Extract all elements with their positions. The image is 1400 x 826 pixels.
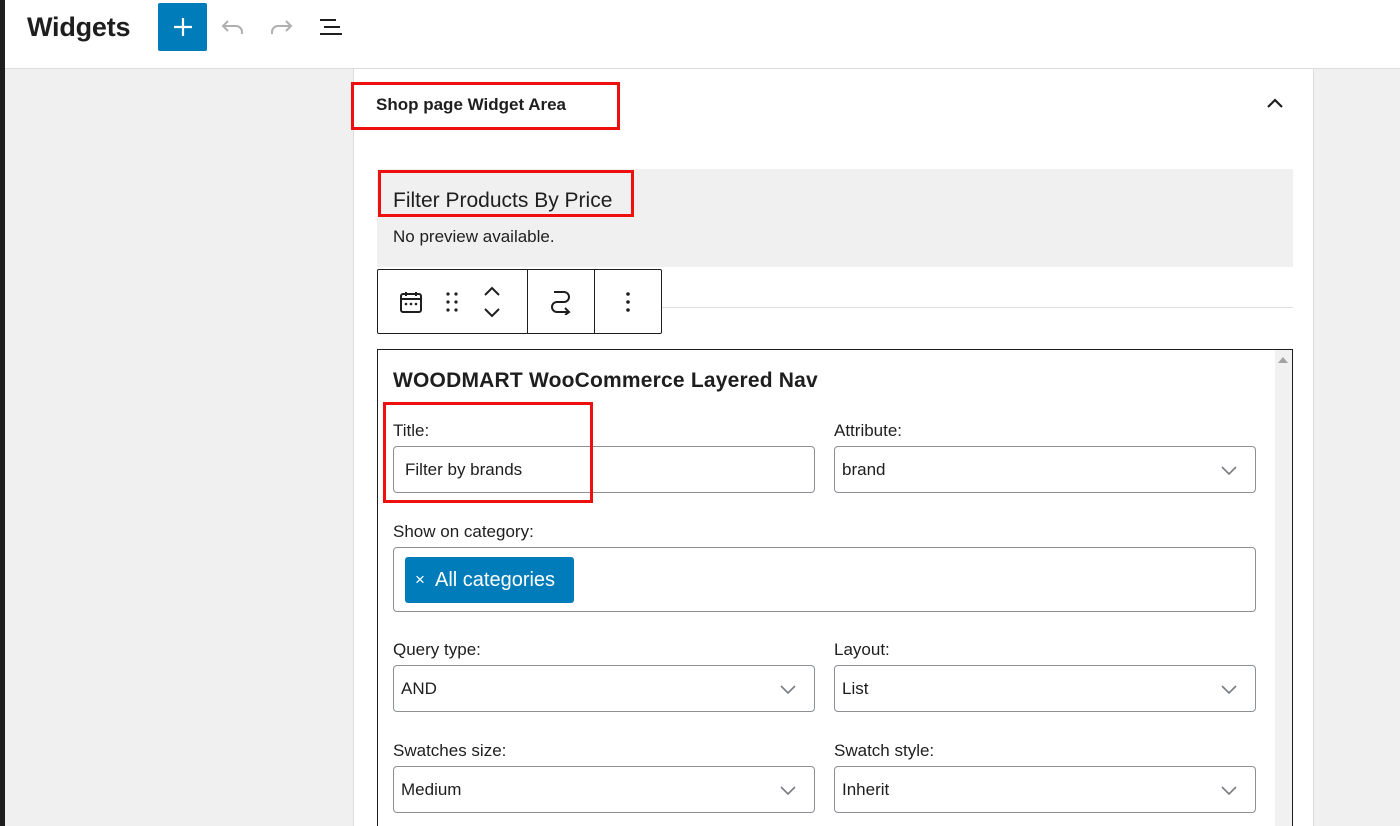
layout-select[interactable]: List: [834, 665, 1256, 712]
query-type-select[interactable]: AND: [393, 665, 815, 712]
widget-area-toggle[interactable]: [1263, 91, 1287, 115]
undo-icon: [221, 20, 243, 34]
title-input-value: Filter by brands: [405, 460, 523, 479]
block-type-button[interactable]: [390, 270, 432, 333]
redo-icon: [271, 20, 293, 34]
drag-handle[interactable]: [432, 270, 472, 333]
widget-settings-form: WOODMART WooCommerce Layered Nav Title: …: [377, 349, 1293, 826]
attribute-select[interactable]: brand: [834, 446, 1256, 493]
undo-button[interactable]: [219, 13, 247, 41]
swatch-style-label: Swatch style:: [834, 741, 935, 760]
scroll-up-arrow-icon[interactable]: [1278, 357, 1288, 363]
preview-widget-title: Filter Products By Price: [393, 189, 613, 212]
plus-icon: [173, 18, 192, 36]
calendar-icon: [400, 291, 422, 313]
category-tag: × All categories: [405, 557, 574, 603]
swatch-style-value: Inherit: [842, 780, 890, 799]
editor-header: Widgets: [5, 0, 1400, 69]
query-type-value: AND: [401, 679, 437, 698]
more-options-button[interactable]: [607, 270, 649, 333]
category-tag-label: All categories: [435, 568, 556, 591]
widget-area-title[interactable]: Shop page Widget Area: [376, 95, 566, 115]
toolbar-group-main: [378, 270, 528, 333]
preview-note: No preview available.: [393, 227, 555, 246]
widget-area-panel: Shop page Widget Area Filter Products By…: [351, 69, 1314, 826]
mover-buttons: [472, 270, 512, 333]
category-multiselect[interactable]: × All categories: [393, 547, 1256, 612]
layout-value: List: [842, 679, 869, 698]
toolbar-group-options: [595, 270, 661, 333]
add-block-button[interactable]: [158, 3, 207, 51]
redo-button[interactable]: [267, 13, 295, 41]
list-view-button[interactable]: [317, 13, 345, 41]
chevron-down-icon: [780, 783, 796, 799]
title-label: Title:: [393, 421, 430, 440]
remove-tag-icon[interactable]: ×: [413, 570, 427, 590]
layout-label: Layout:: [834, 640, 890, 659]
form-heading: WOODMART WooCommerce Layered Nav: [393, 369, 818, 392]
move-down-icon[interactable]: [483, 307, 501, 318]
swatches-size-value: Medium: [401, 780, 462, 799]
chevron-down-icon: [780, 682, 796, 698]
page-title: Widgets: [27, 12, 131, 42]
block-separator: [661, 307, 1293, 308]
transform-icon: [551, 290, 571, 315]
toolbar-group-transform: [528, 270, 595, 333]
more-options-icon: [626, 291, 630, 312]
chevron-down-icon: [1221, 682, 1237, 698]
chevron-down-icon: [1221, 463, 1237, 479]
admin-sidebar-edge: [0, 0, 5, 826]
block-toolbar: [377, 269, 662, 334]
list-view-icon: [320, 19, 342, 35]
legacy-widget-preview[interactable]: Filter Products By Price No preview avai…: [377, 169, 1293, 267]
attribute-select-value: brand: [842, 460, 886, 479]
title-input[interactable]: Filter by brands: [393, 446, 815, 493]
swatches-size-label: Swatches size:: [393, 741, 507, 760]
swatches-size-select[interactable]: Medium: [393, 766, 815, 813]
chevron-up-icon: [1267, 98, 1283, 108]
chevron-down-icon: [1221, 783, 1237, 799]
form-scrollbar[interactable]: [1275, 350, 1292, 826]
transform-button[interactable]: [540, 270, 582, 333]
swatch-style-select[interactable]: Inherit: [834, 766, 1256, 813]
drag-handle-icon: [446, 291, 458, 312]
query-type-label: Query type:: [393, 640, 481, 659]
move-up-icon[interactable]: [483, 286, 501, 297]
category-label: Show on category:: [393, 522, 534, 541]
attribute-label: Attribute:: [834, 421, 903, 440]
